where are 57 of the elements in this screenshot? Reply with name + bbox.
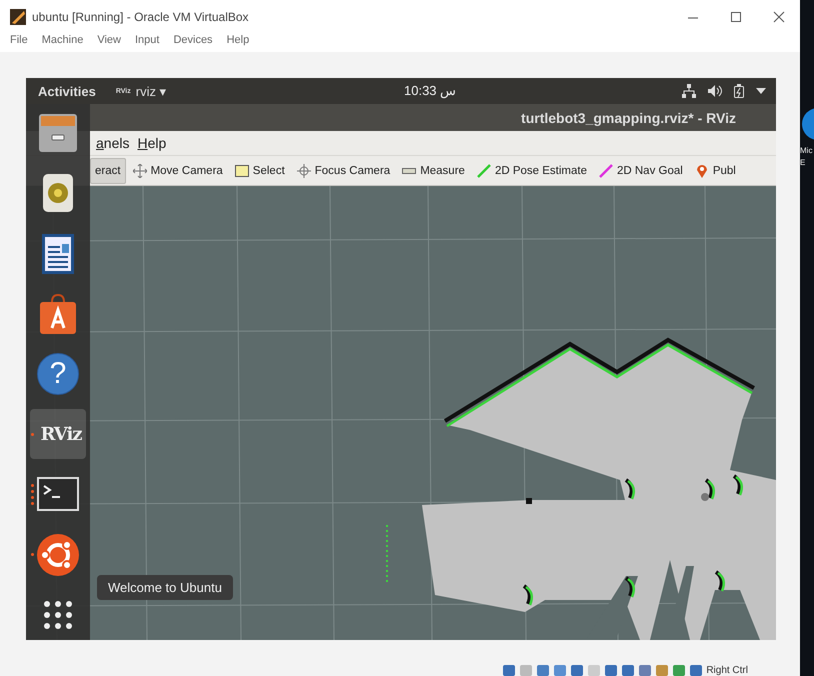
menu-item[interactable]: Input	[134, 34, 160, 46]
activities-button[interactable]: Activities	[38, 84, 96, 98]
device-status-icon	[689, 664, 704, 676]
icon-label: E	[800, 158, 806, 168]
network-icon	[682, 84, 696, 98]
device-status-icon	[519, 664, 534, 676]
caret-icon[interactable]	[756, 88, 766, 94]
tool-button[interactable]: Measure	[397, 158, 470, 184]
running-indicator	[31, 432, 34, 436]
crosshair-icon	[296, 164, 311, 178]
clock[interactable]: 10:33 س	[404, 83, 456, 98]
window-title: ubuntu [Running] - Oracle VM VirtualBox	[32, 10, 250, 24]
help-icon: ?	[37, 352, 79, 395]
menu-item[interactable]: File	[10, 34, 28, 46]
menu-item[interactable]: Help	[226, 34, 250, 46]
device-status-icon	[553, 664, 568, 676]
device-status-icon	[502, 664, 516, 676]
tool-button[interactable]: eract	[90, 158, 126, 184]
file-cabinet-icon	[38, 113, 78, 154]
app-menu[interactable]: rviz ▾	[136, 84, 167, 98]
dock-item[interactable]: RViz	[30, 409, 86, 460]
tool-button[interactable]: Select	[230, 158, 290, 184]
dock-item[interactable]: ?	[30, 348, 86, 400]
shopping-bag-icon	[38, 294, 78, 334]
tooltip: Welcome to Ubuntu	[97, 575, 233, 600]
maximize-icon[interactable]	[728, 11, 742, 23]
menu-item[interactable]: Help	[137, 135, 166, 151]
device-status-icon	[672, 664, 686, 676]
close-icon[interactable]	[772, 11, 786, 23]
host-key-label: Right Ctrl	[706, 665, 748, 676]
icon-label: Mic	[800, 146, 814, 156]
device-status-icon	[536, 664, 550, 676]
volume-icon	[708, 85, 722, 97]
app-grid-icon	[42, 598, 74, 631]
location-pin-icon	[694, 164, 709, 178]
device-status-icon	[604, 664, 618, 676]
app-icon	[10, 9, 26, 25]
menu-item[interactable]: View	[97, 34, 121, 46]
move-arrows-icon	[132, 164, 147, 178]
device-status-icon	[621, 664, 636, 676]
ubuntu-circle-icon	[36, 532, 80, 577]
menu-item[interactable]: anels	[96, 135, 130, 151]
device-status-icon	[587, 664, 602, 676]
tool-button[interactable]: 2D Pose Estimate	[472, 158, 592, 184]
tool-button[interactable]: Publ	[690, 158, 741, 184]
menu-item[interactable]: Devices	[173, 34, 213, 46]
device-status-icon	[570, 664, 584, 676]
tool-button[interactable]: Focus Camera	[292, 158, 396, 184]
tool-button[interactable]: 2D Nav Goal	[594, 158, 688, 184]
selection-square-icon	[234, 164, 249, 178]
battery-icon	[734, 84, 744, 98]
device-status-icon	[655, 664, 670, 676]
app-logo-text: RViz	[40, 424, 82, 445]
tool-button[interactable]: Move Camera	[128, 158, 228, 184]
device-status-icon	[638, 664, 652, 676]
menu-item[interactable]: Machine	[42, 34, 84, 46]
running-indicator	[31, 553, 34, 556]
